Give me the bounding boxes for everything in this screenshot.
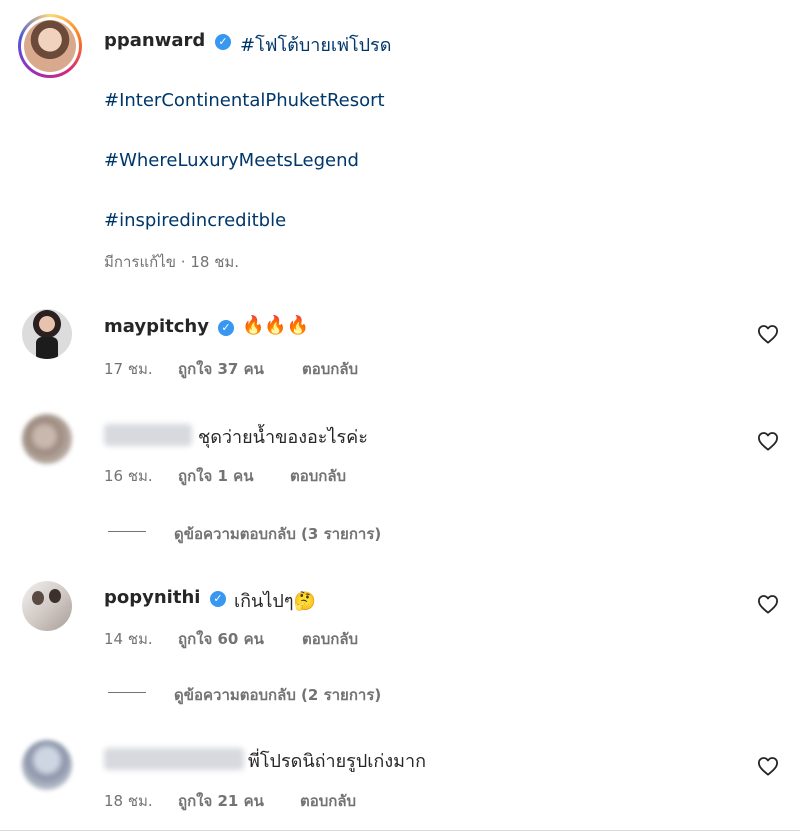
comment-avatar[interactable]: [22, 581, 72, 631]
verified-badge-icon: ✓: [210, 591, 226, 607]
blurred-username[interactable]: [104, 424, 192, 446]
comment-username[interactable]: popynithi: [104, 587, 200, 608]
comment-avatar[interactable]: [22, 740, 72, 790]
comment-likes[interactable]: ถูกใจ 60 คน: [178, 627, 264, 651]
heart-outline-icon[interactable]: [757, 594, 779, 614]
edited-label: มีการแก้ไข: [104, 253, 176, 271]
divider: [0, 830, 800, 831]
view-replies-line: [108, 531, 146, 532]
reply-button[interactable]: ตอบกลับ: [302, 627, 358, 651]
heart-outline-icon[interactable]: [757, 431, 779, 451]
comment-avatar[interactable]: [22, 414, 72, 464]
hashtag-link[interactable]: #inspiredincreditble: [104, 210, 286, 231]
verified-badge-icon: ✓: [215, 34, 231, 50]
comment-time[interactable]: 18 ชม.: [104, 789, 153, 813]
comment-time[interactable]: 17 ชม.: [104, 357, 153, 381]
post-author-avatar[interactable]: [18, 14, 82, 78]
hashtag-link[interactable]: #InterContinentalPhuketResort: [104, 90, 385, 111]
heart-outline-icon[interactable]: [757, 756, 779, 776]
comment-text: พี่โปรดนิถ่ายรูปเก่งมาก: [248, 751, 426, 772]
comment-time[interactable]: 16 ชม.: [104, 464, 153, 488]
post-meta: มีการแก้ไข · 18 ชม.: [104, 250, 239, 274]
view-replies-button[interactable]: ดูข้อความตอบกลับ (2 รายการ): [174, 683, 381, 707]
view-replies-line: [108, 692, 146, 693]
reply-button[interactable]: ตอบกลับ: [290, 464, 346, 488]
comment-text: ชุดว่ายน้ำของอะไรค่ะ: [198, 427, 368, 448]
verified-badge-icon: ✓: [218, 320, 234, 336]
comment-avatar[interactable]: [22, 309, 72, 359]
post-time[interactable]: 18 ชม.: [190, 253, 239, 271]
heart-outline-icon[interactable]: [757, 324, 779, 344]
reply-button[interactable]: ตอบกลับ: [300, 789, 356, 813]
comment-time[interactable]: 14 ชม.: [104, 627, 153, 651]
comment-username[interactable]: maypitchy: [104, 316, 209, 337]
hashtag-link[interactable]: #โฟโต้บายเพ่โปรด: [240, 30, 391, 59]
comment-likes[interactable]: ถูกใจ 21 คน: [178, 789, 264, 813]
post-author-username[interactable]: ppanward: [104, 30, 205, 51]
reply-button[interactable]: ตอบกลับ: [302, 357, 358, 381]
hashtag-link[interactable]: #WhereLuxuryMeetsLegend: [104, 150, 359, 171]
meta-separator: ·: [180, 253, 186, 271]
view-replies-button[interactable]: ดูข้อความตอบกลับ (3 รายการ): [174, 522, 381, 546]
comment-text: เกินไปๆ🤔: [234, 591, 316, 612]
blurred-username[interactable]: [104, 748, 244, 770]
comment-likes[interactable]: ถูกใจ 37 คน: [178, 357, 264, 381]
comment-likes[interactable]: ถูกใจ 1 คน: [178, 464, 253, 488]
comment-text: 🔥🔥🔥: [242, 315, 310, 336]
